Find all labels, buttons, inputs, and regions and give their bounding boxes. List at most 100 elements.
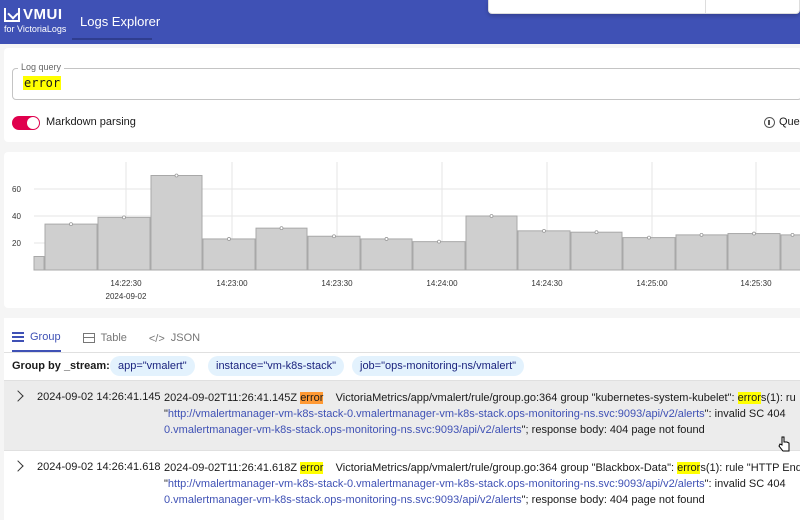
tab-group[interactable]: Group [12,324,61,352]
chevron-right-icon[interactable] [12,460,24,472]
info-icon [764,116,775,128]
log-msg: VictoriaMetrics/app/vmalert/rule/group.g… [335,462,675,474]
popup-divider [705,0,706,14]
log-after: ": invalid SC 404 [704,408,786,420]
x-tick-label: 14:23:00 [216,279,248,288]
bar [727,233,781,271]
hand-cursor-icon [778,436,790,452]
logo-text: VMUI [23,6,63,23]
hits-chart[interactable]: 20 40 60 14:22:30 14:23:00 14:23:30 14:24:00 14… [4,152,800,308]
bar [360,238,413,271]
query-extra[interactable]: Quer [764,116,800,128]
bar [33,256,45,271]
log-err-hl: error [677,462,701,474]
group-icon [12,332,24,342]
bar [202,238,256,271]
x-tick-label: 14:24:30 [531,279,563,288]
stream-chip-job[interactable]: job="ops-monitoring-ns/vmalert" [352,356,525,376]
code-icon: </> [148,333,165,345]
log-err-hl: error [737,392,761,404]
log-msg-rest: s(1): rule "HTTP End [700,462,800,474]
log-link[interactable]: http://vmalertmanager-vm-k8s-stack-0.vma… [168,478,705,490]
stream-chip-app[interactable]: app="vmalert" [110,356,195,376]
log-link-2[interactable]: 0.vmalertmanager-vm-k8s-stack.ops-monito… [164,424,522,436]
toggle-knob [27,117,39,129]
tabs-divider [4,352,800,353]
bar-point [384,237,389,241]
bar-point [594,230,599,235]
log-ts: 2024-09-02T11:26:41.145Z [164,392,298,404]
bar [255,227,308,271]
log-message: 2024-09-02T11:26:41.618Z error VictoriaM… [164,460,800,508]
log-row[interactable]: 2024-09-02 14:26:41.618 2024-09-02T11:26… [4,450,800,520]
top-popup [488,0,800,14]
nav-tab-logs-explorer[interactable]: Logs Explorer [72,0,168,40]
bar [780,234,800,271]
log-query-label: Log query [18,62,65,72]
results-panel: Group Table </> JSON Group by _stream: a… [4,318,800,520]
log-level: error [300,392,324,404]
bar [570,231,623,271]
tab-json-label: JSON [170,332,201,344]
log-after-2: "; response body: 404 page not found [521,494,705,506]
nav-tab-underline [72,38,152,40]
log-line-3: 0.vmalertmanager-vm-k8s-stack.ops-monito… [164,492,800,508]
log-after: ": invalid SC 404 [704,478,786,490]
x-tick-label: 14:25:00 [636,279,668,288]
log-line-2: "http://vmalertmanager-vm-k8s-stack-0.vm… [164,406,800,422]
hits-chart-panel: 20 40 60 14:22:30 14:23:00 14:23:30 14:24:00 14… [4,152,800,308]
bar-point [122,215,126,220]
tab-table[interactable]: Table [82,324,127,352]
log-link[interactable]: http://vmalertmanager-vm-k8s-stack-0.vma… [168,408,705,420]
y-tick-label: 40 [12,212,21,221]
group-by-label: Group by _stream: [12,360,110,372]
x-date-label: 2024-09-02 [106,292,147,301]
tab-json[interactable]: </> JSON [149,324,200,352]
y-tick-label: 60 [12,185,21,194]
y-tick-label: 20 [12,239,21,248]
log-time: 2024-09-02 14:26:41.618 [37,461,161,473]
bar-point [699,233,704,237]
bar [622,237,676,271]
bar-point [790,233,795,237]
log-ts: 2024-09-02T11:26:41.618Z [164,462,298,474]
log-link-2[interactable]: 0.vmalertmanager-vm-k8s-stack.ops-monito… [164,494,522,506]
bar-point [69,222,73,226]
bar [412,241,466,271]
bar [44,223,98,271]
bar-point [332,234,336,239]
bar-point [174,173,179,178]
log-row[interactable]: 2024-09-02 14:26:41.145 2024-09-02T11:26… [4,380,800,450]
stream-chip-instance[interactable]: instance="vm-k8s-stack" [208,356,344,376]
log-msg-rest: s(1): ru [760,392,796,404]
tab-group-label: Group [30,331,61,343]
log-line-2: "http://vmalertmanager-vm-k8s-stack-0.vm… [164,476,800,492]
log-message: 2024-09-02T11:26:41.145Z error VictoriaM… [164,390,800,438]
log-query-input[interactable]: error [12,68,800,100]
log-line-3: 0.vmalertmanager-vm-k8s-stack.ops-monito… [164,422,800,438]
tab-table-label: Table [100,332,127,344]
bar [307,235,361,271]
vmui-logo[interactable]: VMUI for VictoriaLogs [4,6,66,34]
query-extra-label: Quer [779,116,800,128]
markdown-toggle[interactable] [12,116,40,130]
x-tick-label: 14:23:30 [321,279,353,288]
log-line-1: 2024-09-02T11:26:41.145Z error VictoriaM… [164,390,800,406]
markdown-label: Markdown parsing [46,116,136,128]
bar-point [542,228,546,233]
victoria-logo-icon [4,7,20,22]
bar-point [752,231,756,236]
log-line-1: 2024-09-02T11:26:41.618Z error VictoriaM… [164,460,800,476]
chevron-right-icon[interactable] [12,390,24,402]
bar-point [227,237,231,241]
query-panel: error Log query Markdown parsing Quer [4,48,800,142]
table-icon [82,333,95,343]
x-tick-label: 14:25:30 [740,279,772,288]
bar [97,216,151,271]
bar [675,234,728,271]
bar [150,175,203,271]
x-tick-label: 14:22:30 [110,279,142,288]
bar-point [437,239,441,244]
bar-point [489,214,494,218]
bar-point [647,235,651,240]
